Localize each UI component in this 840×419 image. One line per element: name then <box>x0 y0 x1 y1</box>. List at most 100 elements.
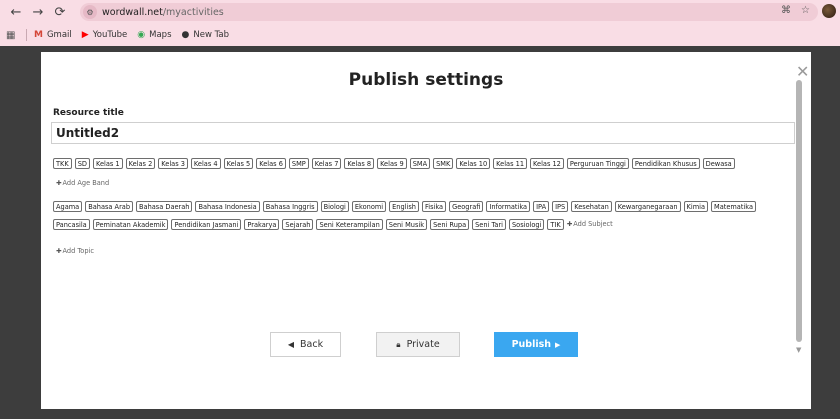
back-arrow-icon[interactable]: ← <box>6 2 26 22</box>
chrome-icon: ● <box>181 30 190 40</box>
chevron-left-icon: ◀ <box>287 340 295 349</box>
bookmark-label: New Tab <box>193 30 230 40</box>
chevron-right-icon: ▶ <box>555 340 561 349</box>
subject-chip[interactable]: Seni Rupa <box>430 219 470 230</box>
private-label: Private <box>406 339 440 350</box>
publish-label: Publish <box>511 339 552 350</box>
subject-chip[interactable]: IPS <box>552 201 569 212</box>
browser-toolbar: ← → ⟳ ⚙ wordwall.net/myactivities ⌘ ☆ <box>0 0 840 24</box>
subject-chip[interactable]: Prakarya <box>244 219 280 230</box>
age-band-chip[interactable]: SD <box>74 158 90 169</box>
age-band-list: TKK SD Kelas 1 Kelas 2 Kelas 3 Kelas 4 Kelas 5… <box>53 158 793 176</box>
subject-chip[interactable]: English <box>389 201 419 212</box>
subject-chip[interactable]: IPA <box>533 201 550 212</box>
bookmark-maps[interactable]: ◉ Maps <box>137 30 171 40</box>
age-band-chip[interactable]: Kelas 8 <box>344 158 375 169</box>
bookmark-label: Maps <box>149 30 172 40</box>
back-label: Back <box>300 339 324 350</box>
age-band-chip[interactable]: SMK <box>433 158 454 169</box>
translate-icon[interactable]: ⌘ <box>781 5 791 16</box>
subject-chip[interactable]: Fisika <box>421 201 447 212</box>
age-band-chip[interactable]: Dewasa <box>702 158 735 169</box>
apps-grid-icon[interactable]: ▦ <box>6 30 18 41</box>
plus-icon: ✚ <box>566 220 573 228</box>
back-button[interactable]: ◀ Back <box>270 332 341 357</box>
scroll-down-icon[interactable]: ▼ <box>796 346 801 354</box>
add-topic-label: Add Topic <box>62 247 94 255</box>
url-path: /myactivities <box>162 6 224 18</box>
age-band-chip[interactable]: Kelas 6 <box>256 158 286 169</box>
age-band-chip[interactable]: Kelas 7 <box>311 158 342 169</box>
age-band-chip[interactable]: Kelas 5 <box>223 158 254 169</box>
modal-scrollbar[interactable] <box>796 80 802 342</box>
add-subject-label: Add Subject <box>573 220 613 228</box>
add-subject-link[interactable]: ✚Add Subject <box>567 219 613 230</box>
plus-icon: ✚ <box>56 247 62 255</box>
bookmark-label: Gmail <box>46 30 72 40</box>
reload-icon[interactable]: ⟳ <box>50 2 70 22</box>
subject-chip[interactable]: Bahasa Daerah <box>136 201 193 212</box>
publish-button[interactable]: Publish ▶ <box>494 332 578 357</box>
subject-chip[interactable]: Kimia <box>683 201 708 212</box>
age-band-chip[interactable]: Kelas 12 <box>530 158 564 169</box>
resource-title-label: Resource title <box>53 108 124 118</box>
subject-chip[interactable]: Sosiologi <box>509 219 545 230</box>
subject-chip[interactable]: Pendidikan Jasmani <box>171 219 242 230</box>
subject-chip[interactable]: Geografi <box>449 201 484 212</box>
subject-chip[interactable]: Matematika <box>711 201 756 212</box>
age-band-chip[interactable]: Perguruan Tinggi <box>566 158 629 169</box>
url-host: wordwall.net <box>102 6 163 18</box>
modal-title: Publish settings <box>348 70 504 90</box>
subject-chip[interactable]: Agama <box>53 201 83 212</box>
age-band-chip[interactable]: Kelas 10 <box>456 158 491 169</box>
add-age-band-link[interactable]: ✚Add Age Band <box>56 178 109 189</box>
subject-chip[interactable]: Informatika <box>486 201 531 212</box>
bookmark-youtube[interactable]: ▶ YouTube <box>82 30 128 40</box>
subject-chip[interactable]: Seni Keterampilan <box>316 219 383 230</box>
profile-avatar[interactable] <box>822 4 836 18</box>
subject-chip[interactable]: Bahasa Indonesia <box>195 201 260 212</box>
subject-chip[interactable]: Sejarah <box>282 219 314 230</box>
subject-chip[interactable]: Bahasa Arab <box>85 201 134 212</box>
resource-title-input[interactable] <box>51 122 795 144</box>
maps-icon: ◉ <box>137 30 146 40</box>
age-band-chip[interactable]: Kelas 4 <box>190 158 221 169</box>
age-band-chip[interactable]: Kelas 2 <box>125 158 156 169</box>
age-band-chip[interactable]: Pendidikan Khusus <box>631 158 700 169</box>
subject-chip[interactable]: Kewarganegaraan <box>614 201 681 212</box>
age-band-chip[interactable]: Kelas 9 <box>377 158 407 169</box>
subject-chip[interactable]: TIK <box>547 219 564 230</box>
subject-chip[interactable]: Biologi <box>320 201 349 212</box>
address-bar[interactable]: ⚙ wordwall.net/myactivities ⌘ ☆ <box>80 3 818 21</box>
age-band-chip[interactable]: SMA <box>409 158 431 169</box>
subject-chip[interactable]: Seni Musik <box>385 219 428 230</box>
age-band-chip[interactable]: Kelas 1 <box>92 158 123 169</box>
youtube-icon: ▶ <box>81 30 89 40</box>
subject-chip[interactable]: Pancasila <box>53 219 90 230</box>
age-band-chip[interactable]: Kelas 11 <box>493 158 528 169</box>
site-info-icon[interactable]: ⚙ <box>83 5 97 19</box>
private-button[interactable]: 🔒︎ Private <box>376 332 460 357</box>
bookmarks-bar: ▦ M Gmail ▶ YouTube ◉ Maps ● New Tab <box>0 24 840 46</box>
subject-chip[interactable]: Bahasa Inggris <box>262 201 318 212</box>
age-band-chip[interactable]: TKK <box>53 158 72 169</box>
bookmark-star-icon[interactable]: ☆ <box>801 5 810 16</box>
subject-chip[interactable]: Kesehatan <box>571 201 612 212</box>
age-band-chip[interactable]: SMP <box>288 158 309 169</box>
subject-chip[interactable]: Ekonomi <box>351 201 387 212</box>
url-text: wordwall.net/myactivities <box>102 7 224 18</box>
bookmark-gmail[interactable]: M Gmail <box>34 30 72 40</box>
subject-list: Agama Bahasa Arab Bahasa Daerah Bahasa Indo… <box>53 201 793 237</box>
plus-icon: ✚ <box>56 179 62 187</box>
bookmark-label: YouTube <box>92 30 128 40</box>
bookmark-new-tab[interactable]: ● New Tab <box>182 30 230 40</box>
bookmarks-divider <box>26 29 27 41</box>
subject-chip[interactable]: Peminatan Akademik <box>92 219 169 230</box>
lock-icon: 🔒︎ <box>396 339 401 349</box>
add-topic-link[interactable]: ✚Add Topic <box>56 246 94 257</box>
add-age-band-label: Add Age Band <box>62 179 110 187</box>
forward-arrow-icon[interactable]: → <box>28 2 48 22</box>
gmail-icon: M <box>34 30 43 40</box>
subject-chip[interactable]: Seni Tari <box>472 219 506 230</box>
age-band-chip[interactable]: Kelas 3 <box>158 158 188 169</box>
